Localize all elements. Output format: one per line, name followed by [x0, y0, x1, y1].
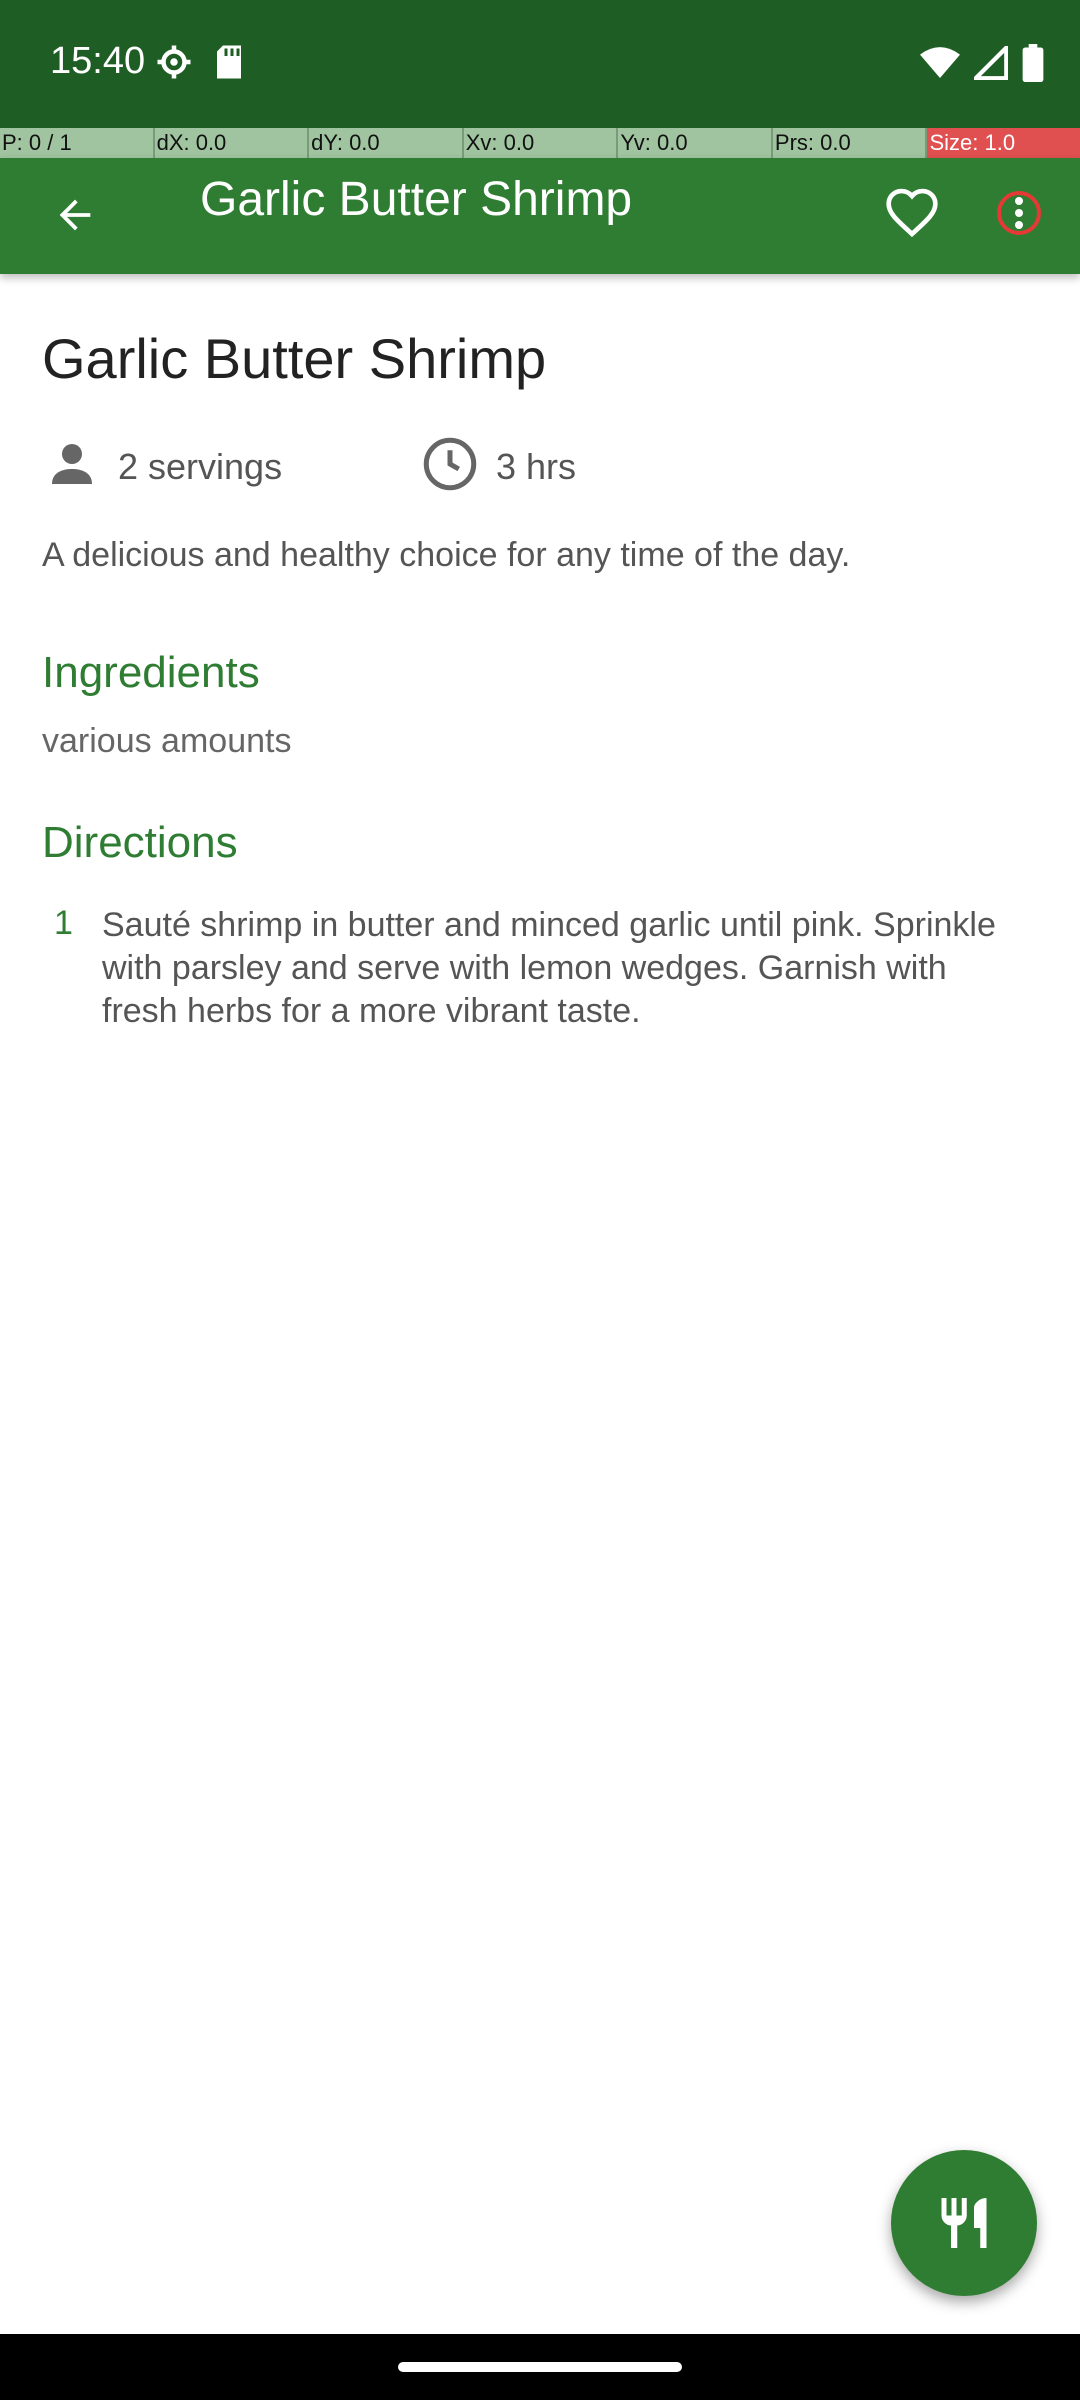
favorite-button[interactable]	[875, 176, 949, 250]
settings-icon	[156, 44, 192, 85]
home-gesture-handle[interactable]	[398, 2362, 682, 2372]
more-options-button[interactable]	[990, 176, 1048, 250]
debug-xv: Xv: 0.0	[463, 128, 619, 158]
clock-icon	[423, 437, 477, 491]
battery-icon	[1022, 44, 1044, 87]
recipe-meta: 2 servings 3 hrs	[42, 434, 1042, 504]
heart-outline-icon	[886, 188, 938, 238]
app-bar: Garlic Butter Shrimp	[0, 158, 1080, 274]
status-right-icons	[920, 42, 1044, 87]
cook-mode-fab[interactable]	[891, 2150, 1037, 2296]
time-text: 3 hrs	[496, 446, 577, 487]
wifi-icon	[920, 46, 960, 85]
debug-pointer: P: 0 / 1	[0, 128, 155, 158]
signal-icon	[970, 42, 1009, 85]
person-icon	[52, 444, 92, 484]
restaurant-icon	[941, 2198, 987, 2248]
more-vert-icon	[997, 191, 1041, 235]
navigation-bar	[0, 2334, 1080, 2400]
debug-size: Size: 1.0	[927, 128, 1080, 158]
app-bar-title: Garlic Butter Shrimp	[200, 173, 633, 226]
arrow-back-icon	[59, 199, 91, 231]
debug-prs: Prs: 0.0	[772, 128, 928, 158]
direction-number: 1	[54, 904, 73, 942]
recipe-title: Garlic Butter Shrimp	[42, 327, 547, 390]
recipe-description: A delicious and healthy choice for any t…	[42, 536, 851, 574]
pointer-debug-overlay: P: 0 / 1 dX: 0.0 dY: 0.0 Xv: 0.0 Yv: 0.0…	[0, 128, 1080, 158]
directions-heading: Directions	[42, 818, 238, 867]
debug-dx: dX: 0.0	[154, 128, 310, 158]
sd-card-icon	[214, 44, 244, 85]
debug-yv: Yv: 0.0	[618, 128, 773, 158]
direction-text: Sauté shrimp in butter and minced garlic…	[102, 906, 996, 1030]
ingredients-text: various amounts	[42, 722, 292, 760]
status-bar: 15:40	[0, 0, 1080, 128]
debug-dy: dY: 0.0	[309, 128, 464, 158]
back-button[interactable]	[40, 180, 110, 250]
servings-text: 2 servings	[118, 446, 283, 487]
status-time: 15:40	[50, 40, 146, 82]
status-left-icons	[156, 44, 244, 85]
ingredients-heading: Ingredients	[42, 648, 260, 697]
